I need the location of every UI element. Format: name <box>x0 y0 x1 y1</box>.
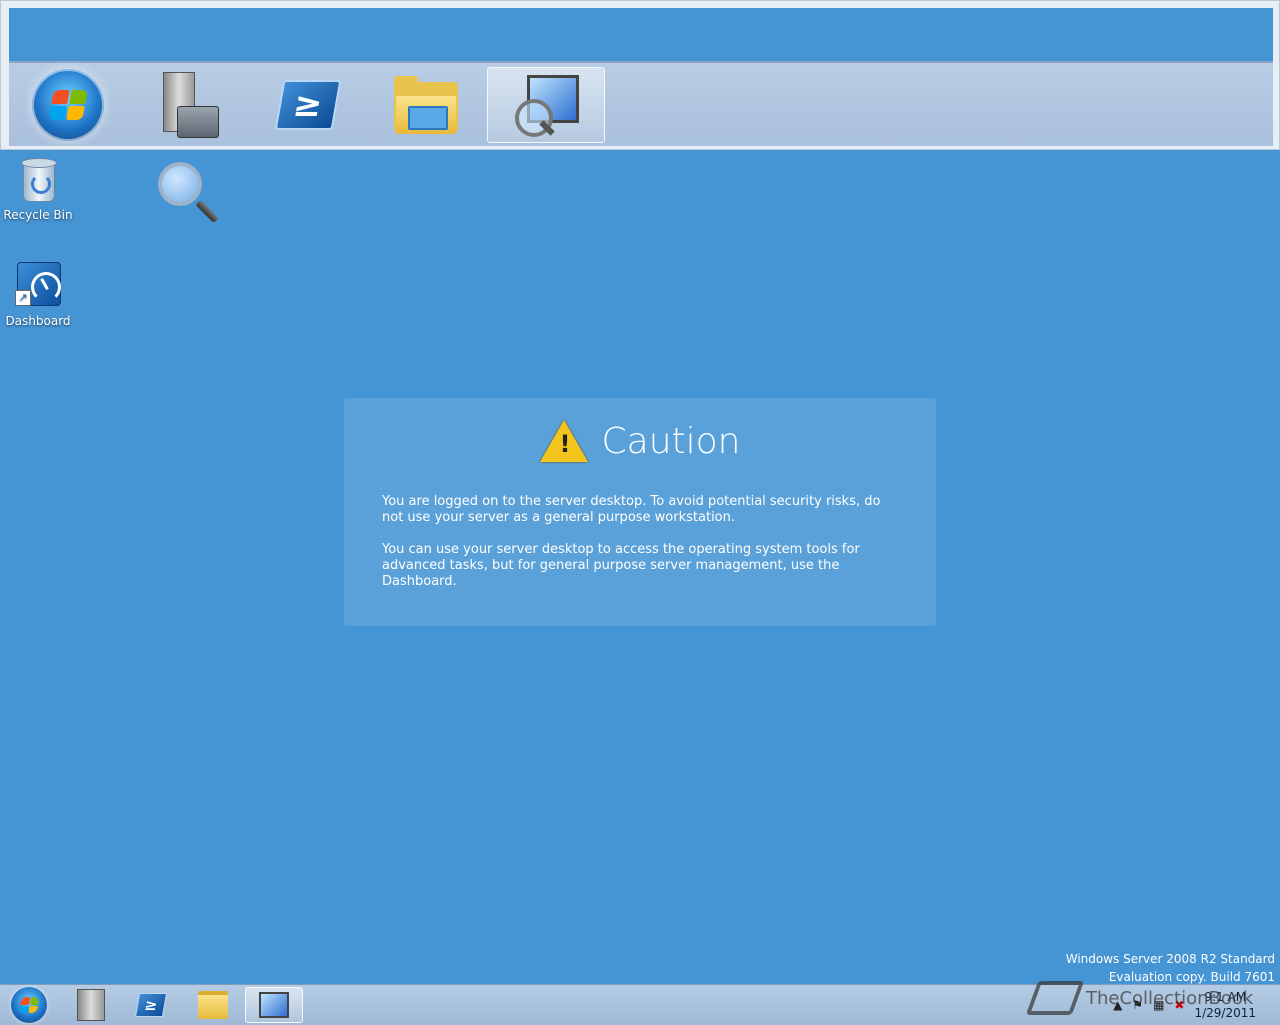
dashboard-icon: ↗ <box>15 262 61 308</box>
powershell-icon: ≥ <box>134 993 168 1017</box>
warning-icon: ! <box>539 420 588 462</box>
magnifier-icon <box>259 992 289 1018</box>
collection-watermark-text: TheCollectionBook <box>1086 987 1254 1009</box>
taskbar-powershell-button[interactable]: ≥ <box>122 987 180 1023</box>
explorer-folder-icon <box>394 76 458 134</box>
shortcut-arrow-icon: ↗ <box>15 290 31 306</box>
start-button[interactable] <box>0 987 58 1023</box>
magnifier-lens[interactable] <box>156 160 219 230</box>
dashboard-label: Dashboard <box>5 314 71 328</box>
recycle-bin-label: Recycle Bin <box>3 208 73 222</box>
caution-paragraph-1: You are logged on to the server desktop.… <box>382 494 881 525</box>
taskbar-explorer-button[interactable] <box>184 987 242 1023</box>
taskbar-magnifier-button[interactable] <box>245 987 303 1023</box>
magnified-taskbar: ≥ <box>9 61 1273 146</box>
start-orb-icon <box>11 987 47 1023</box>
recycle-bin-shortcut[interactable]: Recycle Bin <box>0 158 76 222</box>
book-icon <box>1025 981 1085 1015</box>
caution-header: ! Caution <box>382 420 898 462</box>
magnifier-icon <box>515 73 579 137</box>
magnifier-view: ≥ <box>9 8 1273 146</box>
dashboard-shortcut[interactable]: ↗ Dashboard <box>0 262 76 328</box>
magnified-start-button[interactable] <box>9 67 127 143</box>
server-manager-icon <box>159 72 219 138</box>
taskbar-server-manager-button[interactable] <box>62 987 120 1023</box>
caution-paragraph-2: You can use your server desktop to acces… <box>382 542 860 589</box>
magnifier-window: ≥ <box>0 0 1280 150</box>
caution-panel: ! Caution You are logged on to the serve… <box>344 398 936 626</box>
recycle-bin-icon <box>21 158 57 202</box>
os-edition-text: Windows Server 2008 R2 Standard <box>1065 952 1275 966</box>
explorer-folder-icon <box>198 991 228 1019</box>
caution-title: Caution <box>601 420 741 462</box>
start-orb-icon <box>32 69 104 141</box>
magnified-powershell-button[interactable]: ≥ <box>249 67 367 143</box>
collection-watermark: TheCollectionBook <box>1025 976 1262 1020</box>
magnifying-glass-icon <box>158 162 202 206</box>
magnified-magnifier-button[interactable] <box>487 67 605 143</box>
magnified-explorer-button[interactable] <box>367 67 485 143</box>
powershell-icon: ≥ <box>274 80 342 130</box>
server-manager-icon <box>77 989 105 1021</box>
magnified-server-manager-button[interactable] <box>129 67 247 143</box>
